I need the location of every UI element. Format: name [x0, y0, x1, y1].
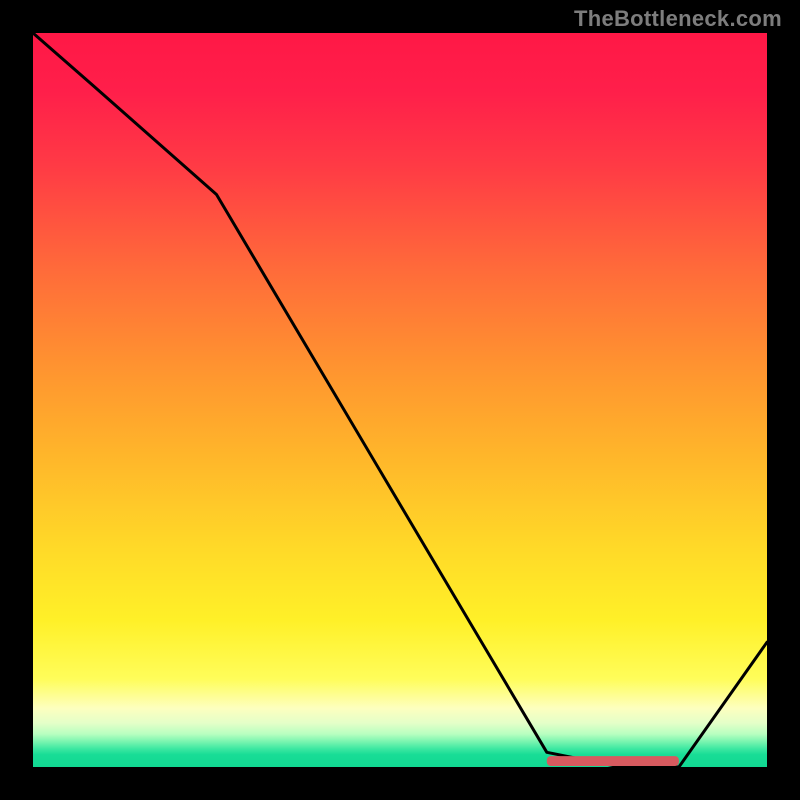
plot-area — [30, 30, 770, 770]
bottleneck-curve — [33, 33, 767, 767]
attribution-label: TheBottleneck.com — [574, 6, 782, 32]
recommended-range-marker — [547, 756, 679, 766]
chart-container: TheBottleneck.com — [0, 0, 800, 800]
chart-svg — [33, 33, 767, 767]
